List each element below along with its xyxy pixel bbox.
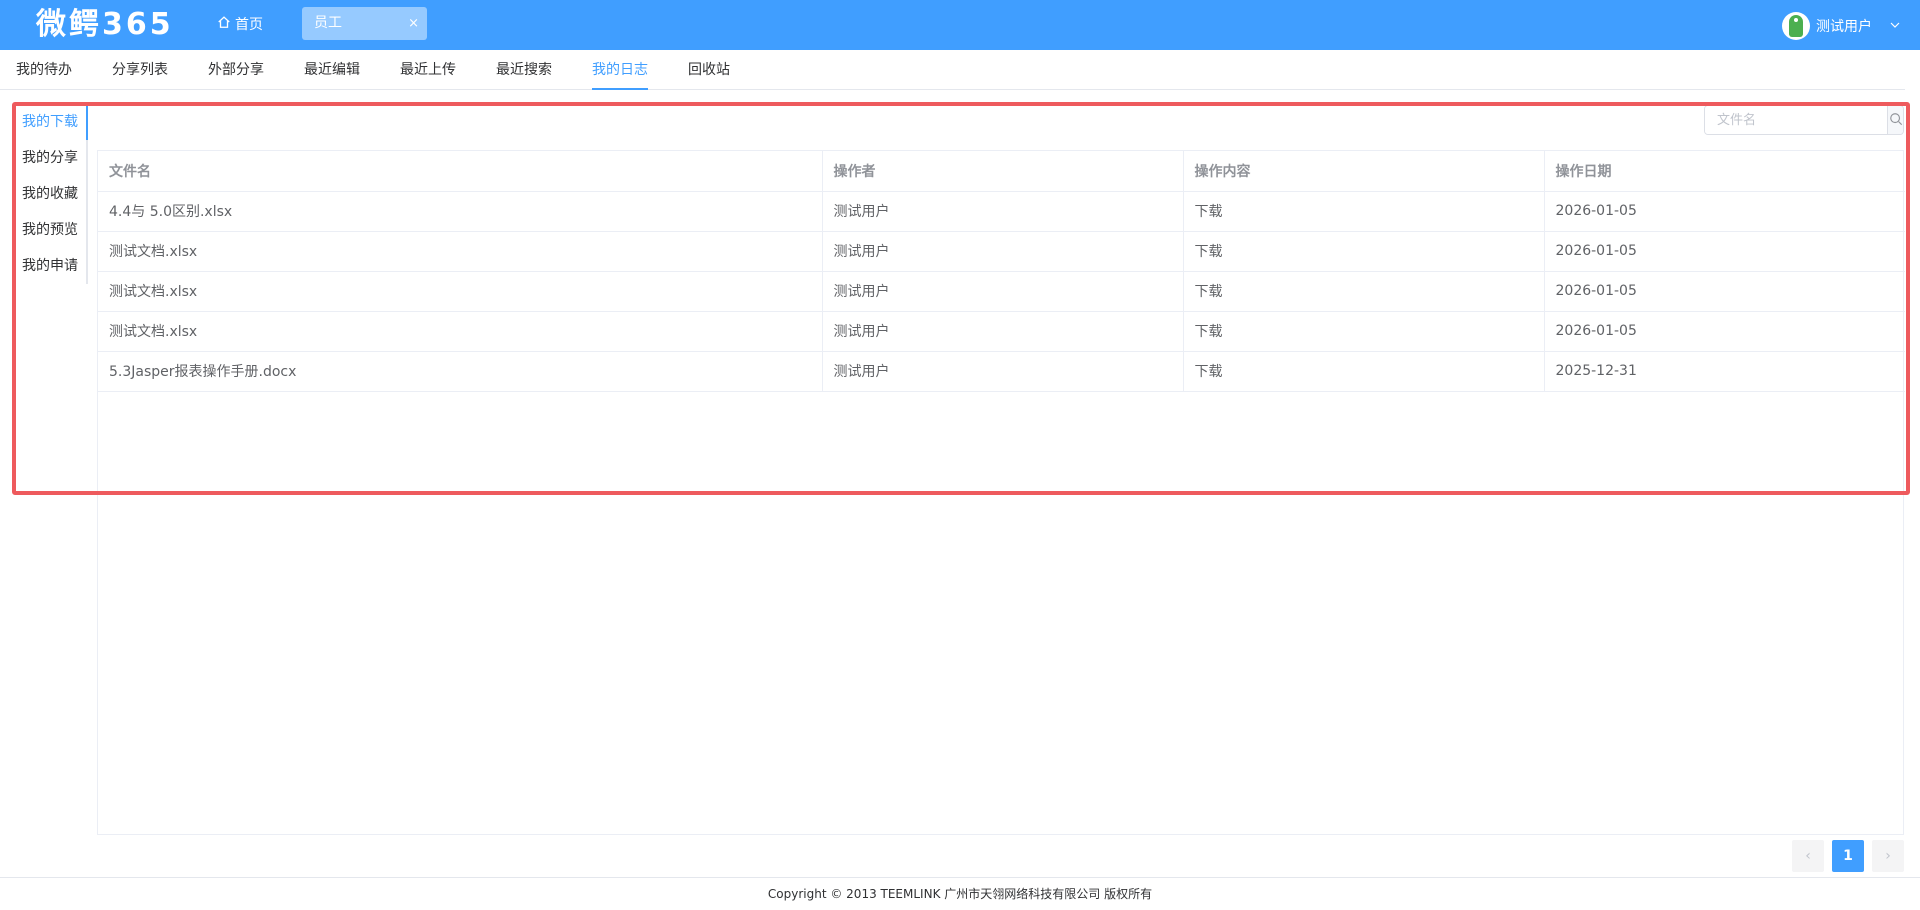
avatar — [1782, 12, 1810, 40]
app-header: 微鳄365 首页 员工 × 测试用户 — [0, 0, 1920, 50]
column-header-operator[interactable]: 操作者 — [822, 151, 1184, 192]
pagination: ‹ 1 › — [1792, 840, 1904, 872]
table-header-row: 文件名 操作者 操作内容 操作日期 — [98, 151, 1905, 192]
search-input[interactable] — [1705, 106, 1887, 134]
side-tabs: 我的下载 我的分享 我的收藏 我的预览 我的申请 — [14, 104, 88, 284]
search-button[interactable] — [1887, 106, 1903, 134]
side-tab-favorites[interactable]: 我的收藏 — [22, 176, 78, 212]
page-number-button[interactable]: 1 — [1832, 840, 1864, 872]
top-nav: 我的待办 分享列表 外部分享 最近编辑 最近上传 最近搜索 我的日志 回收站 — [0, 50, 1905, 90]
tab-my-log[interactable]: 我的日志 — [592, 50, 648, 90]
side-tab-shares[interactable]: 我的分享 — [22, 140, 78, 176]
home-link[interactable]: 首页 — [217, 14, 263, 36]
cell-action: 下载 — [1183, 271, 1545, 312]
tab-recycle-bin[interactable]: 回收站 — [688, 50, 730, 90]
user-name: 测试用户 — [1816, 19, 1872, 35]
side-tab-requests[interactable]: 我的申请 — [22, 248, 78, 284]
table-row[interactable]: 4.4与 5.0区别.xlsx 测试用户 下载 2026-01-05 — [98, 191, 1905, 232]
tab-recent-edit[interactable]: 最近编辑 — [304, 50, 360, 90]
cell-operator: 测试用户 — [822, 231, 1184, 272]
table-row[interactable]: 测试文档.xlsx 测试用户 下载 2026-01-05 — [98, 271, 1905, 312]
tab-recent-upload[interactable]: 最近上传 — [400, 50, 456, 90]
chevron-down-icon — [1878, 18, 1900, 34]
column-header-filename[interactable]: 文件名 — [98, 151, 823, 192]
cell-operator: 测试用户 — [822, 191, 1184, 232]
user-menu[interactable]: 测试用户 — [1782, 12, 1900, 40]
tab-employee[interactable]: 员工 × — [302, 7, 427, 40]
log-table: 文件名 操作者 操作内容 操作日期 4.4与 5.0区别.xlsx 测试用户 下… — [97, 150, 1905, 835]
cell-date: 2026-01-05 — [1544, 271, 1905, 312]
cell-date: 2026-01-05 — [1544, 231, 1905, 272]
table-row[interactable]: 测试文档.xlsx 测试用户 下载 2026-01-05 — [98, 311, 1905, 352]
tab-recent-search[interactable]: 最近搜索 — [496, 50, 552, 90]
cell-filename: 测试文档.xlsx — [98, 311, 823, 352]
cell-date: 2026-01-05 — [1544, 191, 1905, 232]
side-tab-previews[interactable]: 我的预览 — [22, 212, 78, 248]
cell-filename: 测试文档.xlsx — [98, 231, 823, 272]
cell-action: 下载 — [1183, 351, 1545, 392]
table-row[interactable]: 5.3Jasper报表操作手册.docx 测试用户 下载 2025-12-31 — [98, 351, 1905, 392]
cell-date: 2026-01-05 — [1544, 311, 1905, 352]
home-icon — [217, 14, 231, 36]
tab-share-list[interactable]: 分享列表 — [112, 50, 168, 90]
cell-filename: 4.4与 5.0区别.xlsx — [98, 191, 823, 232]
cell-action: 下载 — [1183, 191, 1545, 232]
search-box — [1704, 105, 1904, 135]
cell-date: 2025-12-31 — [1544, 351, 1905, 392]
cell-filename: 测试文档.xlsx — [98, 271, 823, 312]
footer-copyright: Copyright © 2013 TEEMLINK 广州市天翎网络科技有限公司 … — [0, 877, 1920, 910]
home-label: 首页 — [235, 17, 263, 33]
cell-action: 下载 — [1183, 231, 1545, 272]
tab-label: 员工 — [314, 15, 342, 31]
cell-operator: 测试用户 — [822, 311, 1184, 352]
cell-action: 下载 — [1183, 311, 1545, 352]
app-logo[interactable]: 微鳄365 — [36, 6, 174, 44]
column-header-action[interactable]: 操作内容 — [1183, 151, 1545, 192]
active-tab-indicator — [86, 104, 88, 140]
cell-filename: 5.3Jasper报表操作手册.docx — [98, 351, 823, 392]
table-row[interactable]: 测试文档.xlsx 测试用户 下载 2026-01-05 — [98, 231, 1905, 272]
side-tab-downloads[interactable]: 我的下载 — [22, 104, 78, 140]
tab-todo[interactable]: 我的待办 — [16, 50, 72, 90]
tab-external-share[interactable]: 外部分享 — [208, 50, 264, 90]
next-page-button[interactable]: › — [1872, 840, 1904, 872]
cell-operator: 测试用户 — [822, 271, 1184, 312]
column-header-date[interactable]: 操作日期 — [1544, 151, 1905, 192]
close-icon[interactable]: × — [408, 7, 419, 40]
prev-page-button[interactable]: ‹ — [1792, 840, 1824, 872]
search-icon — [1889, 111, 1903, 130]
cell-operator: 测试用户 — [822, 351, 1184, 392]
